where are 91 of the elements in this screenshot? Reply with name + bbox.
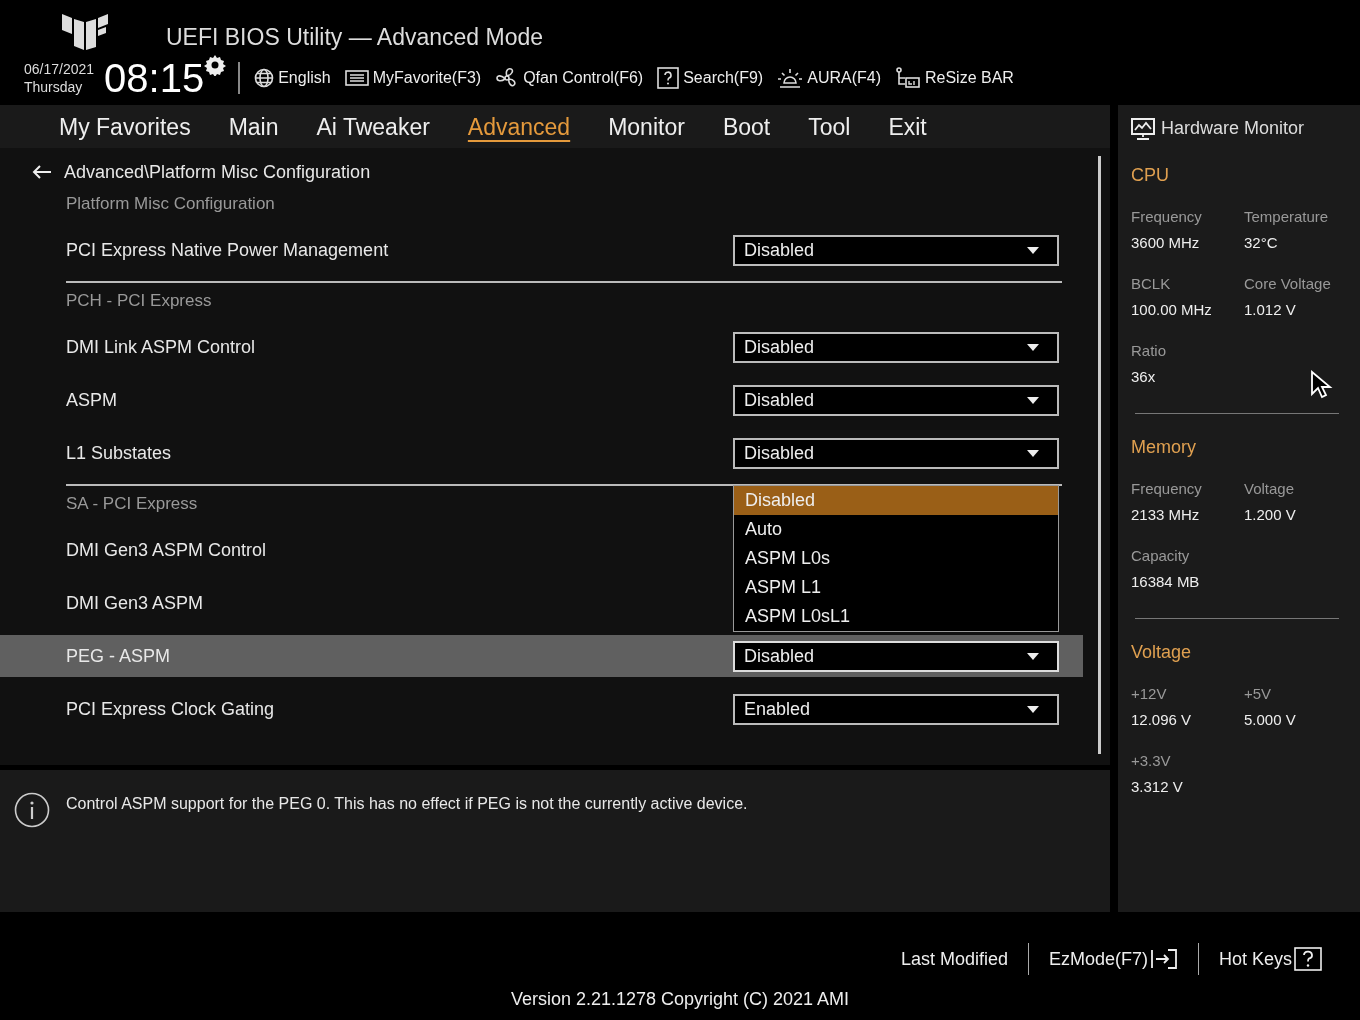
metric-value: 5.000 V [1244, 710, 1297, 730]
date-label: 06/17/2021 [24, 60, 95, 78]
metric-value: 3.312 V [1131, 777, 1184, 797]
menu-tab[interactable]: Main [209, 111, 298, 142]
section-heading: CPU [1131, 164, 1170, 187]
toolbar-button[interactable]: Search(F9) [657, 66, 764, 90]
metric-label: Capacity [1131, 546, 1191, 566]
setting-label: PCI Express Clock Gating [66, 697, 275, 721]
caret-icon [1027, 343, 1039, 351]
caret-icon [1027, 449, 1039, 457]
metric-value: 1.012 V [1244, 300, 1297, 320]
metric-value: 3600 MHz [1131, 233, 1201, 253]
window-title: UEFI BIOS Utility — Advanced Mode [166, 23, 544, 52]
menu-tab[interactable]: Exit [869, 111, 946, 142]
dropdown-option[interactable]: ASPM L0s [734, 544, 1058, 573]
footer-button[interactable]: Last Modified [880, 942, 1028, 976]
section-heading: SA - PCI Express [66, 493, 198, 515]
exit-icon [1149, 948, 1178, 970]
caret-icon [1027, 652, 1039, 660]
toolbar-button[interactable]: MyFavorite(F3) [344, 66, 482, 90]
metric-value: 16384 MB [1131, 572, 1201, 592]
metric-label: Frequency [1131, 479, 1203, 499]
globe-icon [254, 68, 275, 88]
dropdown[interactable]: Disabled [733, 437, 1059, 469]
dropdown[interactable]: Enabled [733, 693, 1059, 725]
section-heading: Memory [1131, 436, 1197, 459]
monitor-icon [1131, 117, 1155, 140]
section-heading: Platform Misc Configuration [66, 193, 275, 215]
setting-label: PCI Express Native Power Management [66, 238, 389, 262]
metric-label: Temperature [1244, 207, 1330, 227]
setting-label: DMI Gen3 ASPM Control [66, 538, 267, 562]
chip-icon [895, 67, 921, 89]
menu-tab[interactable]: Boot [703, 111, 790, 142]
clock-time: 08:15 [104, 56, 205, 100]
info-icon [14, 792, 50, 828]
footer-button[interactable]: EzMode(F7) [1028, 942, 1198, 976]
section-heading: PCH - PCI Express [66, 290, 212, 312]
metric-value: 12.096 V [1131, 710, 1193, 730]
metric-label: +12V [1131, 684, 1168, 704]
footer-button[interactable]: Hot Keys [1198, 942, 1342, 976]
caret-icon [1027, 396, 1039, 404]
toolbar-button[interactable]: AURA(F4) [777, 66, 881, 90]
dropdown[interactable]: Disabled [733, 640, 1059, 672]
caret-icon [1027, 705, 1039, 713]
dropdown[interactable]: Disabled [733, 331, 1059, 363]
metric-label: Ratio [1131, 341, 1168, 361]
metric-label: +5V [1244, 684, 1273, 704]
menu-tab[interactable]: Monitor [589, 111, 704, 142]
metric-value: 100.00 MHz [1131, 300, 1213, 320]
metric-label: Voltage [1244, 479, 1296, 499]
metric-value: 1.200 V [1244, 505, 1297, 525]
metric-value: 2133 MHz [1131, 505, 1201, 525]
breadcrumb-path: Advanced\Platform Misc Configuration [64, 160, 371, 184]
metric-label: Core Voltage [1244, 274, 1332, 294]
help-text: Control ASPM support for the PEG 0. This has no effect if PEG is not the currently active device. [66, 794, 748, 814]
setting-label: L1 Substates [66, 441, 172, 465]
question-icon [657, 67, 680, 89]
cursor-icon [1310, 370, 1334, 400]
dropdown[interactable]: Disabled [733, 234, 1059, 266]
back-arrow-icon[interactable] [32, 164, 52, 180]
light-icon [777, 67, 804, 89]
setting-label: ASPM [66, 388, 117, 412]
metric-label: BCLK [1131, 274, 1172, 294]
caret-icon [1027, 246, 1039, 254]
dropdown[interactable]: Disabled [733, 384, 1059, 416]
metric-value: 32°C [1244, 233, 1279, 253]
settings-icon [204, 54, 227, 76]
panel-title: Hardware Monitor [1161, 117, 1305, 140]
list-icon [344, 69, 369, 87]
day-label: Thursday [24, 78, 84, 96]
section-heading: Voltage [1131, 641, 1193, 664]
version-text: Version 2.21.1278 Copyright (C) 2021 AMI [509, 988, 851, 1011]
toolbar-button[interactable]: ReSize BAR [895, 66, 1014, 90]
menu-tab[interactable]: Tool [789, 111, 870, 142]
menu-tab[interactable]: Advanced [448, 111, 590, 142]
metric-value: 36x [1131, 367, 1157, 387]
dropdown-option[interactable]: Auto [734, 515, 1058, 544]
setting-label: DMI Link ASPM Control [66, 335, 256, 359]
metric-label: +3.3V [1131, 751, 1172, 771]
dropdown-option[interactable]: ASPM L0sL1 [734, 602, 1058, 631]
setting-label: PEG - ASPM [66, 644, 171, 668]
scrollbar[interactable] [1098, 156, 1101, 754]
menu-tab[interactable]: My Favorites [40, 111, 210, 142]
setting-label: DMI Gen3 ASPM [66, 591, 204, 615]
dropdown-option[interactable]: Disabled [734, 486, 1058, 515]
toolbar-button[interactable]: Qfan Control(F6) [495, 66, 644, 90]
dropdown-option[interactable]: ASPM L1 [734, 573, 1058, 602]
menu-tab[interactable]: Ai Tweaker [297, 111, 449, 142]
toolbar-button[interactable]: English [254, 66, 331, 90]
question-icon [1294, 947, 1322, 971]
metric-label: Frequency [1131, 207, 1203, 227]
